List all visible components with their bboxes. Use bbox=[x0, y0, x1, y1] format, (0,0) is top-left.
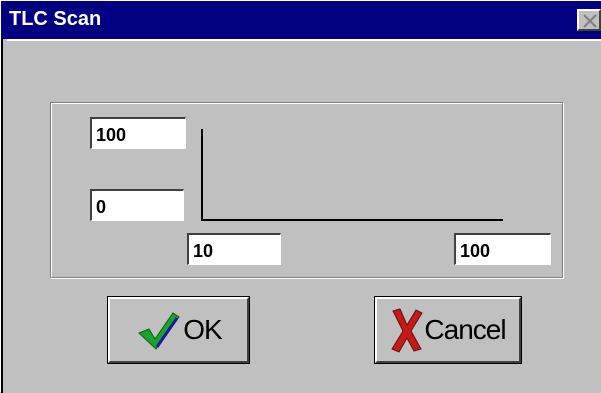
green-checkmark-icon bbox=[138, 312, 180, 350]
close-button[interactable] bbox=[577, 9, 601, 31]
red-x-icon bbox=[391, 308, 424, 353]
plot-x-axis bbox=[201, 219, 503, 221]
cancel-button[interactable]: Cancel bbox=[374, 296, 522, 364]
plot-y-axis bbox=[201, 129, 203, 221]
y-min-input[interactable] bbox=[90, 189, 184, 221]
y-max-input[interactable] bbox=[90, 117, 186, 149]
x-min-input[interactable] bbox=[187, 233, 281, 265]
x-max-input[interactable] bbox=[454, 233, 551, 265]
tlc-scan-dialog: TLC Scan OK Cancel bbox=[0, 0, 601, 393]
cancel-button-label: Cancel bbox=[424, 314, 506, 345]
window-title: TLC Scan bbox=[9, 8, 102, 30]
title-bar[interactable]: TLC Scan bbox=[1, 1, 601, 39]
close-icon bbox=[583, 14, 597, 28]
ok-button-label: OK bbox=[183, 314, 222, 345]
window-left-edge bbox=[1, 39, 7, 393]
ok-button[interactable]: OK bbox=[107, 296, 250, 364]
